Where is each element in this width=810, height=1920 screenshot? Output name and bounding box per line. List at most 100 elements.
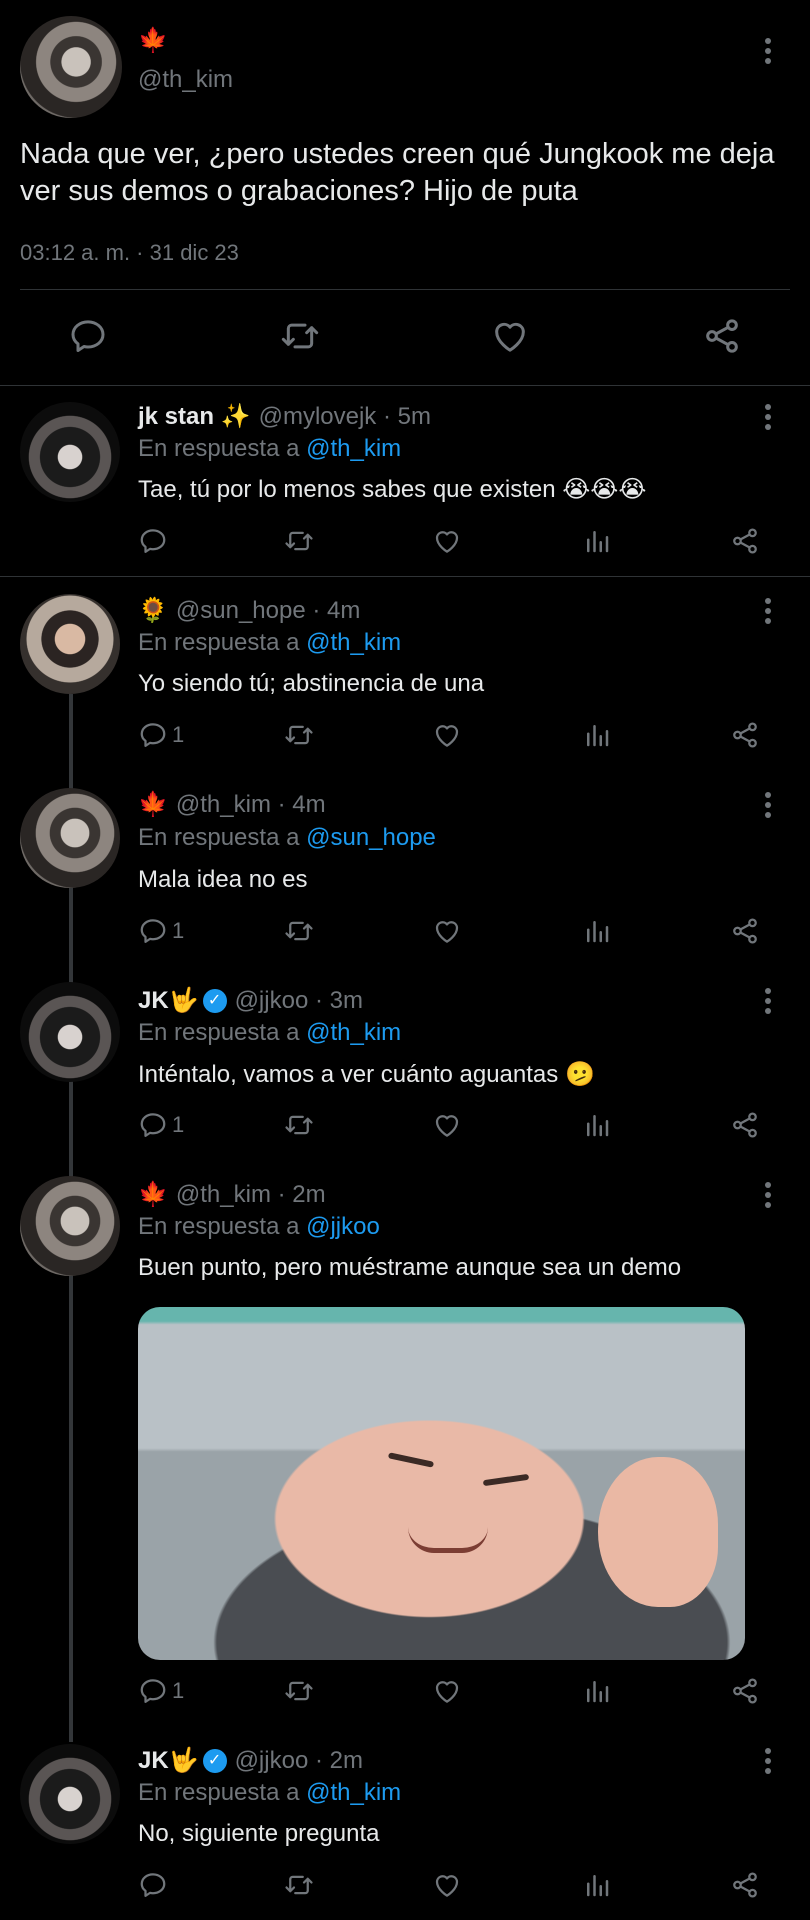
reply-count: 1: [172, 918, 185, 943]
reply-button[interactable]: 1: [138, 916, 184, 946]
tweet-actions: 1: [138, 720, 778, 756]
handle-time: @jjkoo · 3m: [234, 986, 363, 1014]
more-options-icon[interactable]: [764, 598, 772, 628]
reply-header: jk stan ✨ @mylovejk · 5m: [138, 402, 431, 431]
reply-count: 1: [172, 1678, 185, 1703]
avatar[interactable]: [20, 594, 120, 694]
like-icon[interactable]: [490, 316, 530, 361]
more-options-icon[interactable]: [764, 38, 772, 68]
retweet-icon[interactable]: [284, 526, 314, 556]
retweet-icon[interactable]: [280, 316, 320, 361]
like-icon[interactable]: [432, 1676, 462, 1706]
mention-link[interactable]: @th_kim: [306, 435, 401, 462]
handle-time: @sun_hope · 4m: [175, 596, 361, 624]
views-icon[interactable]: [582, 1870, 612, 1900]
views-icon[interactable]: [582, 526, 612, 556]
reply-header: 🍁 @th_kim · 4m: [138, 790, 326, 819]
media-detail: [482, 1473, 530, 1487]
display-name[interactable]: JK🤟: [138, 1746, 199, 1775]
mention-link[interactable]: @th_kim: [306, 1019, 401, 1046]
tweet-actions: [138, 1870, 778, 1906]
display-name[interactable]: JK🤟: [138, 986, 199, 1015]
views-icon[interactable]: [582, 1110, 612, 1140]
like-icon[interactable]: [432, 1110, 462, 1140]
more-options-icon[interactable]: [764, 404, 772, 434]
divider: [0, 385, 810, 386]
avatar[interactable]: [20, 1176, 120, 1276]
views-icon[interactable]: [582, 916, 612, 946]
retweet-icon[interactable]: [284, 1110, 314, 1140]
avatar[interactable]: [20, 982, 120, 1082]
more-options-icon[interactable]: [764, 792, 772, 822]
handle-time: @th_kim · 2m: [175, 1180, 326, 1208]
tweet-timestamp: 03:12 a. m. · 31 dic 23: [20, 240, 239, 265]
more-options-icon[interactable]: [764, 1182, 772, 1212]
reply-context: En respuesta a @th_kim: [138, 1019, 401, 1047]
handle-time: @mylovejk · 5m: [258, 402, 431, 430]
media-image[interactable]: [138, 1307, 745, 1660]
tweet-text: Tae, tú por lo menos sabes que existen 😭…: [138, 476, 647, 503]
reply-header: JK🤟 ✓ @jjkoo · 3m: [138, 986, 363, 1015]
mention-link[interactable]: @sun_hope: [306, 824, 436, 851]
reply-context: En respuesta a @sun_hope: [138, 824, 436, 852]
share-icon[interactable]: [730, 526, 760, 556]
reply-button[interactable]: 1: [138, 1676, 184, 1706]
avatar[interactable]: [20, 788, 120, 888]
share-icon[interactable]: [702, 316, 742, 361]
mention-link[interactable]: @th_kim: [306, 1779, 401, 1806]
reply-header: 🌻 @sun_hope · 4m: [138, 596, 360, 625]
reply-icon[interactable]: [68, 316, 108, 361]
share-icon[interactable]: [730, 720, 760, 750]
reply-prefix: En respuesta a: [138, 1779, 300, 1806]
verified-badge-icon: ✓: [202, 988, 227, 1013]
reply-prefix: En respuesta a: [138, 435, 300, 462]
mention-link[interactable]: @jjkoo: [306, 1213, 380, 1240]
media-detail: [598, 1457, 718, 1607]
reply-header: 🍁 @th_kim · 2m: [138, 1180, 326, 1209]
share-icon[interactable]: [730, 1676, 760, 1706]
like-icon[interactable]: [432, 916, 462, 946]
share-icon[interactable]: [730, 916, 760, 946]
avatar[interactable]: [20, 402, 120, 502]
media-detail: [387, 1452, 435, 1468]
retweet-icon[interactable]: [284, 1870, 314, 1900]
verified-badge-icon: ✓: [202, 1748, 227, 1773]
reply-prefix: En respuesta a: [138, 1019, 300, 1046]
author-handle[interactable]: @th_kim: [138, 66, 233, 94]
media-detail: [408, 1527, 488, 1553]
handle-time: @jjkoo · 2m: [234, 1746, 363, 1774]
reply-context: En respuesta a @th_kim: [138, 629, 401, 657]
tweet-actions: 1: [138, 1110, 778, 1146]
like-icon[interactable]: [432, 526, 462, 556]
reply-count: 1: [172, 1112, 185, 1137]
share-icon[interactable]: [730, 1110, 760, 1140]
author-emoji: 🍁: [138, 27, 168, 54]
avatar[interactable]: [20, 1744, 120, 1844]
tweet-actions: 1: [138, 1676, 778, 1712]
display-emoji: 🍁: [138, 791, 168, 818]
reply-prefix: En respuesta a: [138, 1213, 300, 1240]
reply-context: En respuesta a @th_kim: [138, 435, 401, 463]
views-icon[interactable]: [582, 720, 612, 750]
retweet-icon[interactable]: [284, 916, 314, 946]
tweet-actions: [138, 526, 778, 562]
reply-prefix: En respuesta a: [138, 629, 300, 656]
reply-icon[interactable]: [138, 1870, 168, 1900]
display-name[interactable]: jk stan ✨: [138, 402, 251, 431]
handle-time: @th_kim · 4m: [175, 790, 326, 818]
like-icon[interactable]: [432, 1870, 462, 1900]
share-icon[interactable]: [730, 1870, 760, 1900]
more-options-icon[interactable]: [764, 988, 772, 1018]
like-icon[interactable]: [432, 720, 462, 750]
tweet-actions: 1: [138, 916, 778, 952]
retweet-icon[interactable]: [284, 1676, 314, 1706]
avatar[interactable]: [20, 16, 122, 118]
mention-link[interactable]: @th_kim: [306, 629, 401, 656]
more-options-icon[interactable]: [764, 1748, 772, 1778]
reply-button[interactable]: 1: [138, 1110, 184, 1140]
reply-button[interactable]: 1: [138, 720, 184, 750]
divider: [0, 576, 810, 577]
views-icon[interactable]: [582, 1676, 612, 1706]
retweet-icon[interactable]: [284, 720, 314, 750]
reply-icon[interactable]: [138, 526, 168, 556]
